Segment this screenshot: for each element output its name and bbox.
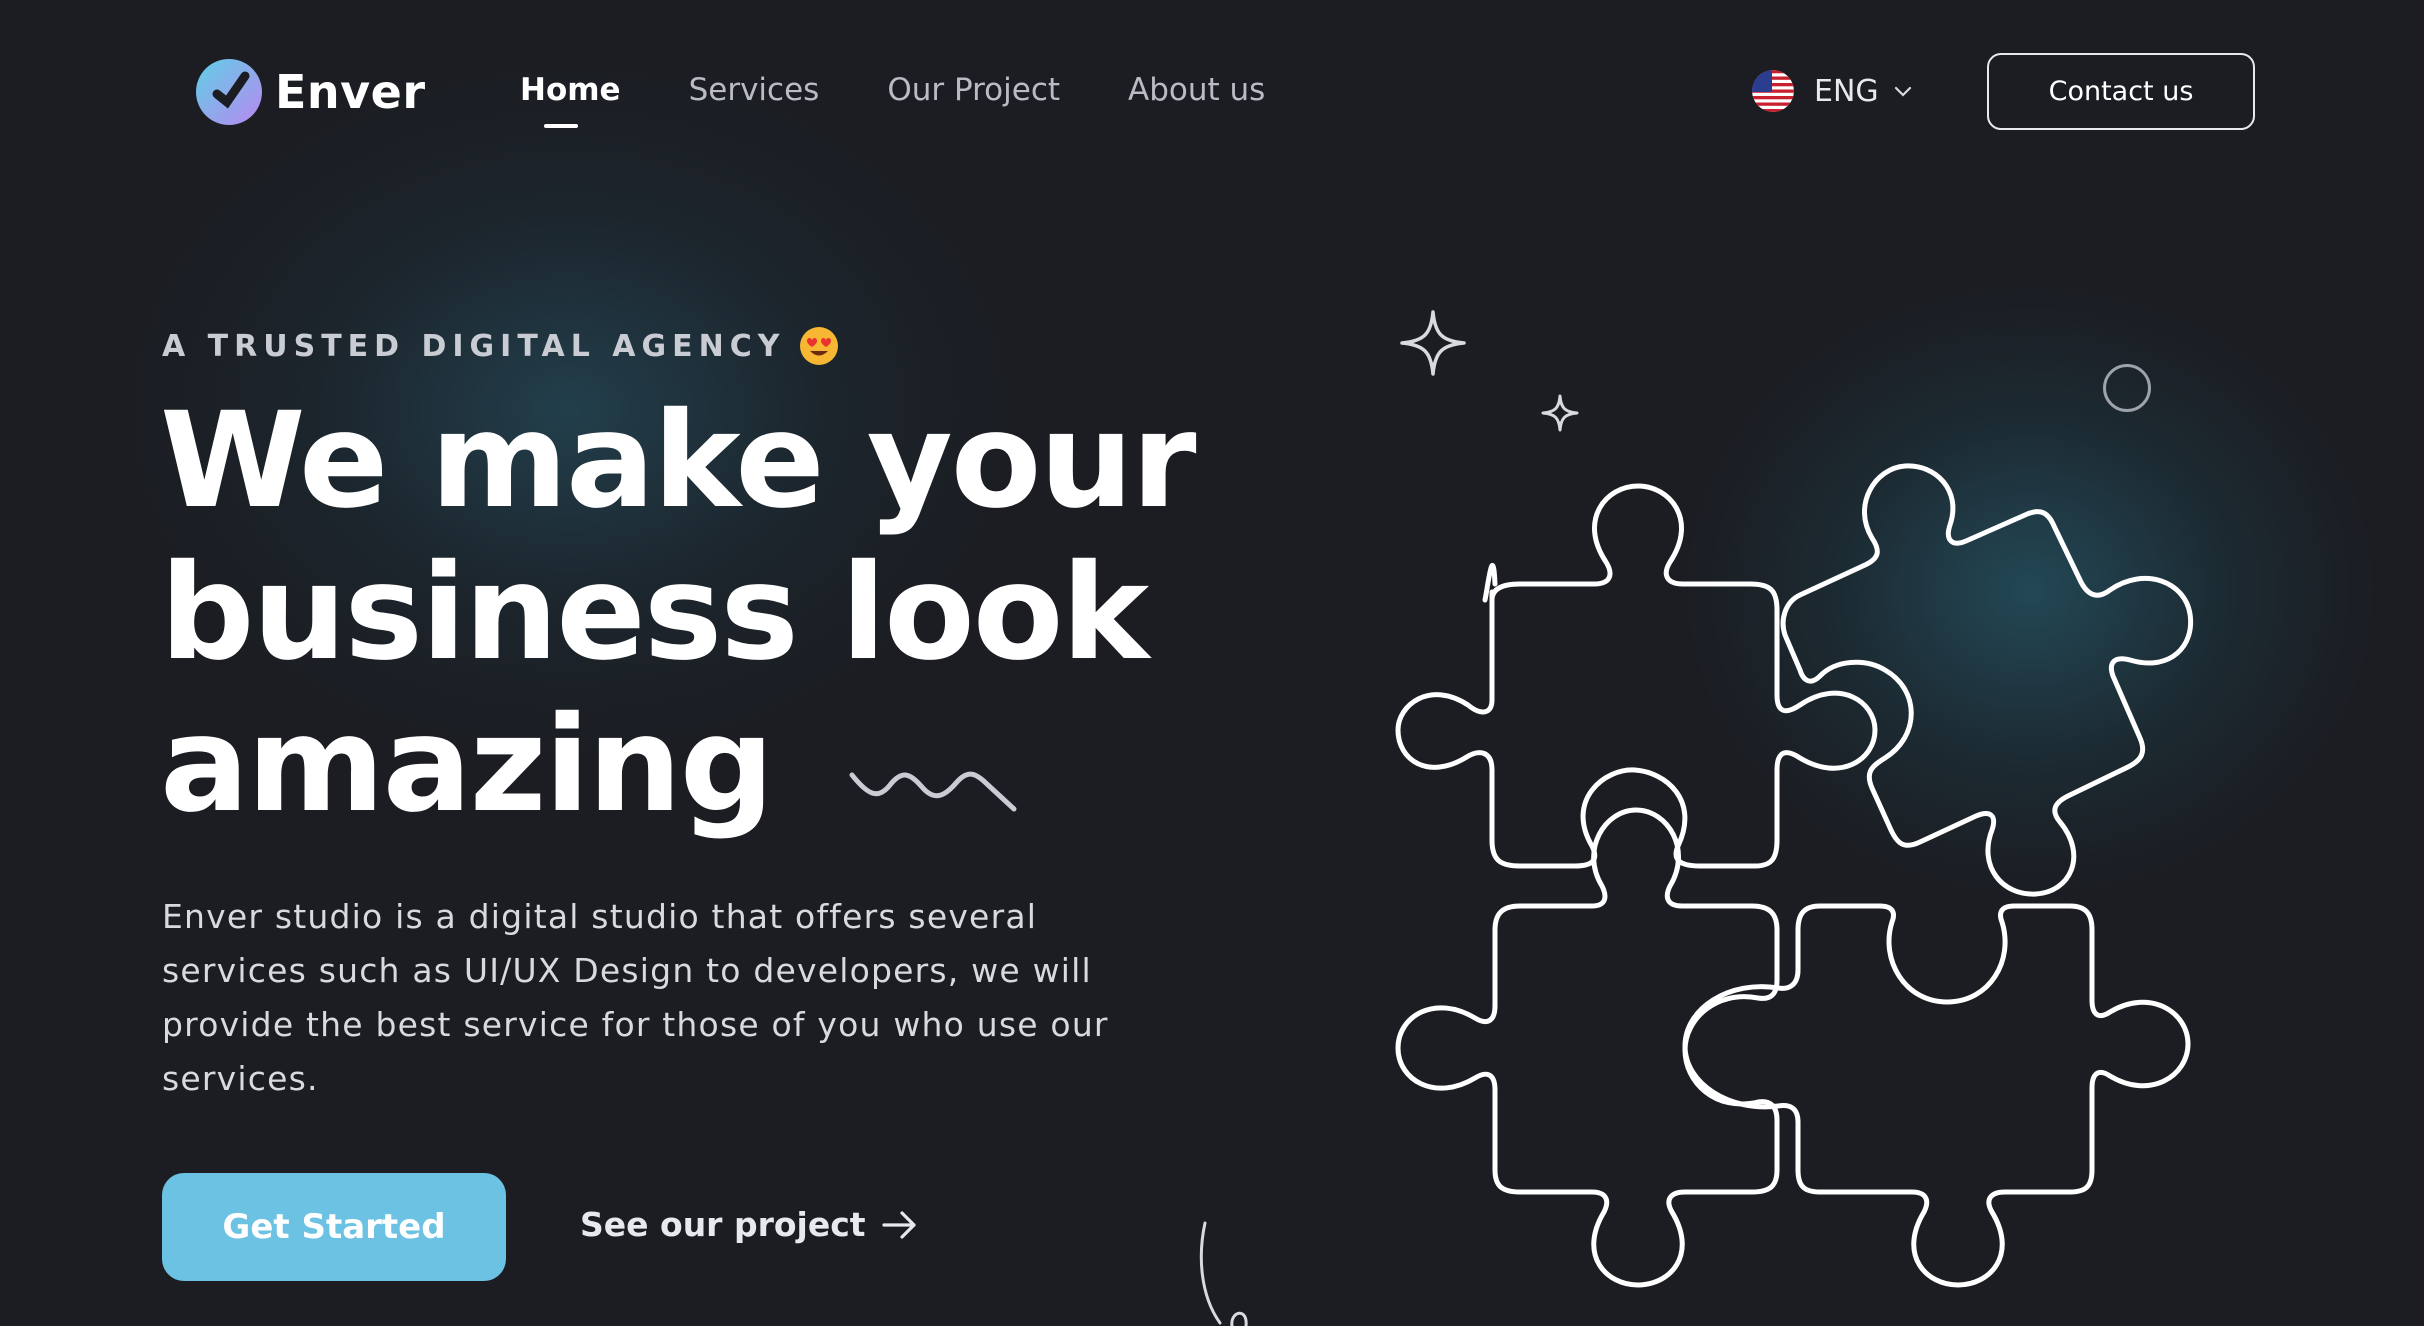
headline-line-3: amazing xyxy=(160,688,774,842)
nav-link-home[interactable]: Home xyxy=(520,72,621,108)
eyebrow-text: A TRUSTED DIGITAL AGENCY xyxy=(162,328,786,364)
nav-link-services[interactable]: Services xyxy=(689,72,820,108)
hero-eyebrow: A TRUSTED DIGITAL AGENCY xyxy=(162,326,839,366)
active-nav-indicator xyxy=(544,124,578,128)
see-our-project-label: See our project xyxy=(580,1205,866,1244)
heart-eyes-emoji-icon xyxy=(800,327,839,365)
puzzle-illustration xyxy=(1395,463,2194,1288)
hero-headline: We make your business look amazing xyxy=(160,385,1260,841)
nav-link-about-us[interactable]: About us xyxy=(1128,72,1265,108)
headline-line-2: business look xyxy=(160,536,1149,690)
brand-name: Enver xyxy=(275,65,426,119)
nav-links: Home Services Our Project About us xyxy=(520,72,1333,108)
hero-description: Enver studio is a digital studio that of… xyxy=(162,897,1109,1098)
arrow-right-icon xyxy=(881,1210,916,1239)
puzzle-piece-top-right xyxy=(1780,463,2194,897)
puzzle-piece-bottom-left xyxy=(1395,807,1780,1288)
squiggle-decoration-icon xyxy=(849,771,1017,812)
language-label: ENG xyxy=(1814,73,1879,109)
get-started-button[interactable]: Get Started xyxy=(162,1173,506,1281)
scribble-decoration-icon xyxy=(1199,1221,1248,1326)
brand-logo[interactable]: Enver xyxy=(195,58,426,126)
contact-us-button[interactable]: Contact us xyxy=(1987,53,2255,130)
us-flag-icon xyxy=(1752,70,1794,112)
nav-link-our-project[interactable]: Our Project xyxy=(887,72,1060,108)
language-selector[interactable]: ENG xyxy=(1752,70,1913,112)
headline-line-1: We make your xyxy=(160,384,1197,538)
chevron-down-icon xyxy=(1894,86,1911,97)
enver-logo-icon xyxy=(196,59,262,125)
see-our-project-link[interactable]: See our project xyxy=(580,1205,918,1244)
top-navigation: Enver Home Services Our Project About us… xyxy=(0,0,2424,190)
puzzle-piece-bottom-right xyxy=(1682,903,2191,1288)
